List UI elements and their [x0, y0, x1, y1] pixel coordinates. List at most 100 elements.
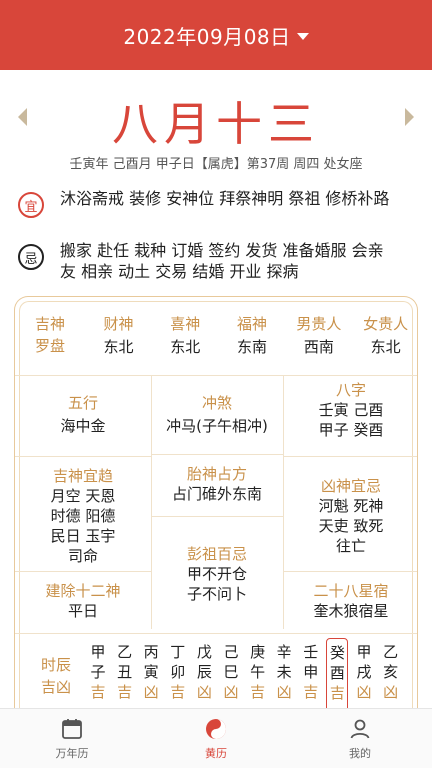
hour-ganzhi: 辰	[196, 663, 212, 681]
yi-section: 宜 沐浴斋戒 装修 安神位 拜祭神明 祭祖 修桥补路	[18, 188, 418, 218]
pengzu-title: 彭祖百忌	[186, 545, 247, 563]
wuxing-cell: 五行 海中金	[15, 392, 151, 436]
hour-column[interactable]: 乙亥凶	[380, 642, 402, 702]
hour-ganzhi: 乙	[117, 643, 133, 661]
hours-label-line2: 吉凶	[40, 678, 71, 696]
chevron-down-icon[interactable]	[296, 33, 309, 40]
hour-column[interactable]: 壬申吉	[300, 642, 322, 702]
wuxing-value: 海中金	[60, 417, 106, 435]
xiongshen-title: 凶神宜忌	[320, 477, 381, 495]
female-noble-title: 女贵人	[363, 315, 409, 333]
hour-column[interactable]: 辛未凶	[273, 642, 295, 702]
hour-ganzhi: 亥	[383, 663, 399, 681]
hour-column[interactable]: 庚午吉	[247, 642, 269, 702]
fortune-god-cell: 福神 东南	[219, 313, 286, 369]
ershiba-title: 二十八星宿	[313, 582, 389, 600]
hour-ganzhi: 庚	[250, 643, 266, 661]
jianchu-title: 建除十二神	[45, 582, 121, 600]
hours-fortune-row: 时辰 吉凶 甲子吉乙丑吉丙寅凶丁卯吉戊辰凶己巳凶庚午吉辛未凶壬申吉癸酉吉甲戌凶乙…	[15, 633, 417, 716]
female-noble-cell: 女贵人 东北	[352, 313, 417, 369]
tab-profile-label: 我的	[349, 746, 371, 760]
ershiba-cell: 二十八星宿 奎木狼宿星	[283, 581, 417, 621]
grid-divider	[151, 516, 283, 517]
taishen-value: 占门碓外东南	[171, 485, 262, 503]
male-noble-value: 西南	[303, 338, 334, 356]
hour-column[interactable]: 乙丑吉	[114, 642, 136, 702]
deity-compass-line1: 吉神	[35, 315, 66, 333]
hour-ganzhi: 卯	[170, 663, 186, 681]
hour-fortune: 吉	[170, 683, 186, 701]
wealth-god-title: 财神	[103, 315, 134, 333]
ershiba-value: 奎木狼宿星	[313, 602, 389, 620]
yi-badge-icon: 宜	[18, 192, 44, 218]
joy-god-value: 东北	[170, 338, 201, 356]
hour-ganzhi: 甲	[90, 643, 106, 661]
hour-fortune: 凶	[223, 683, 239, 701]
grid-divider	[151, 454, 283, 455]
hour-ganzhi: 寅	[143, 663, 159, 681]
hour-fortune: 吉	[329, 684, 345, 702]
tab-almanac[interactable]: 黄历	[144, 709, 288, 768]
hour-ganzhi: 酉	[329, 664, 345, 682]
jishen-line: 月空 天恩	[50, 487, 116, 505]
hour-ganzhi: 未	[276, 663, 292, 681]
pengzu-line2: 子不问卜	[186, 585, 247, 603]
hour-fortune: 吉	[90, 683, 106, 701]
jianchu-cell: 建除十二神 平日	[15, 581, 151, 621]
date-picker-header[interactable]: 2022年09月08日	[0, 0, 432, 70]
hour-fortune: 吉	[303, 683, 319, 701]
jianchu-value: 平日	[67, 602, 98, 620]
hour-ganzhi: 辛	[276, 643, 292, 661]
hour-fortune: 凶	[383, 683, 399, 701]
hour-ganzhi: 午	[250, 663, 266, 681]
taishen-title: 胎神占方	[186, 465, 247, 483]
jishen-line: 时德 阳德	[50, 507, 116, 525]
hour-fortune: 吉	[250, 683, 266, 701]
hour-ganzhi: 戊	[196, 643, 212, 661]
wealth-god-cell: 财神 东北	[85, 313, 152, 369]
bazi-line2: 甲子 癸酉	[318, 421, 384, 439]
hour-ganzhi: 戌	[356, 663, 372, 681]
hours-label: 时辰 吉凶	[33, 654, 79, 698]
grid-divider	[283, 571, 417, 572]
hour-column[interactable]: 丁卯吉	[167, 642, 189, 702]
xiongshen-line: 往亡	[335, 537, 366, 555]
pengzu-cell: 彭祖百忌 甲不开仓 子不问卜	[151, 544, 283, 604]
bazi-cell: 八字 壬寅 己酉 甲子 癸酉	[283, 380, 417, 440]
hour-column[interactable]: 甲子吉	[87, 642, 109, 702]
bazi-line1: 壬寅 己酉	[318, 401, 384, 419]
hour-ganzhi: 己	[223, 643, 239, 661]
grid-divider	[283, 456, 417, 457]
selected-date[interactable]: 2022年09月08日	[123, 21, 290, 50]
bazi-title: 八字	[335, 381, 366, 399]
hour-fortune: 凶	[276, 683, 292, 701]
joy-god-cell: 喜神 东北	[152, 313, 219, 369]
wuxing-title: 五行	[67, 394, 98, 412]
jishen-cell: 吉神宜趋 月空 天恩 时德 阳德 民日 玉宇 司命	[15, 466, 151, 566]
ji-badge-icon: 忌	[18, 244, 44, 270]
almanac-app: 2022年09月08日 八月十三 壬寅年 己酉月 甲子日【属虎】第37周 周四 …	[0, 0, 432, 768]
bottom-tab-bar: 万年历 黄历 我的	[0, 708, 432, 768]
tab-calendar-label: 万年历	[55, 746, 89, 760]
tab-profile[interactable]: 我的	[288, 709, 432, 768]
hour-ganzhi: 丙	[143, 643, 159, 661]
grid-divider	[15, 571, 151, 572]
hour-column[interactable]: 戊辰凶	[193, 642, 215, 702]
hour-column[interactable]: 丙寅凶	[140, 642, 162, 702]
wealth-god-value: 东北	[103, 338, 134, 356]
person-icon	[350, 719, 370, 738]
hours-label-line1: 时辰	[40, 656, 71, 674]
hour-column[interactable]: 甲戌凶	[353, 642, 375, 702]
hour-column[interactable]: 癸酉吉	[326, 638, 349, 716]
almanac-board: 吉神 罗盘 财神 东北 喜神 东北 福神 东南 男贵人 西南 女贵人 东北 五行…	[14, 296, 418, 716]
grid-divider	[15, 456, 151, 457]
jishen-line: 司命	[67, 547, 98, 565]
hour-ganzhi: 申	[303, 663, 319, 681]
female-noble-value: 东北	[370, 338, 401, 356]
lunar-date-title: 八月十三	[112, 97, 320, 151]
ji-text: 搬家 赴任 栽种 订婚 签约 发货 准备婚服 会亲友 相亲 动土 交易 结婚 开…	[60, 241, 384, 281]
tab-calendar[interactable]: 万年历	[0, 709, 144, 768]
male-noble-cell: 男贵人 西南	[285, 313, 352, 369]
hour-column[interactable]: 己巳凶	[220, 642, 242, 702]
fortune-god-value: 东南	[237, 338, 268, 356]
